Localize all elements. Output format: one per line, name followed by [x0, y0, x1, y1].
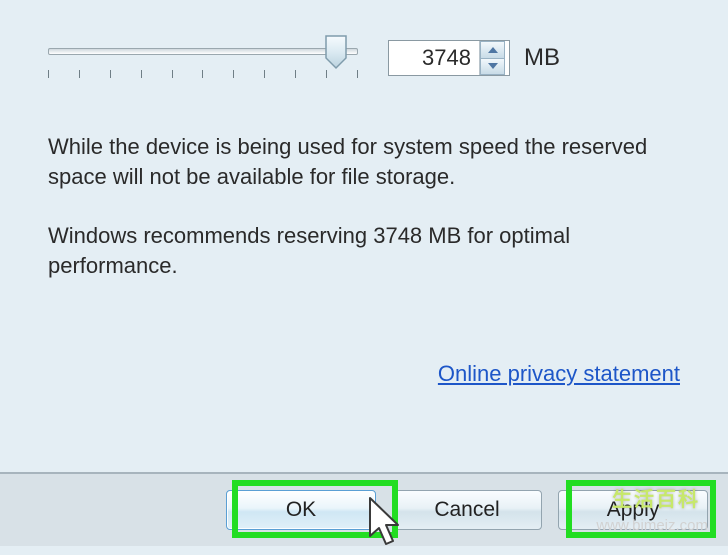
spinner-down-button[interactable] — [480, 58, 505, 76]
info-text-2: Windows recommends reserving 3748 MB for… — [48, 221, 680, 280]
apply-button[interactable]: Apply — [558, 490, 708, 530]
cancel-button[interactable]: Cancel — [392, 490, 542, 530]
reserve-slider[interactable] — [48, 34, 358, 82]
spinner-up-button[interactable] — [480, 41, 505, 58]
dialog-button-bar: OK Cancel Apply — [0, 472, 728, 546]
slider-thumb[interactable] — [324, 34, 348, 70]
unit-label: MB — [524, 44, 560, 72]
link-row: Online privacy statement — [48, 361, 680, 387]
chevron-down-icon — [488, 63, 498, 69]
reserve-spinner-group: MB — [388, 40, 560, 76]
reserve-size-row: MB — [48, 34, 680, 82]
dialog-content: MB While the device is being used for sy… — [0, 0, 728, 387]
slider-track — [48, 48, 358, 55]
slider-ticks — [48, 70, 358, 80]
privacy-statement-link[interactable]: Online privacy statement — [438, 361, 680, 386]
spinner-buttons — [479, 41, 505, 75]
chevron-up-icon — [488, 47, 498, 53]
ok-button[interactable]: OK — [226, 490, 376, 530]
reserve-spinner[interactable] — [388, 40, 510, 76]
info-text-1: While the device is being used for syste… — [48, 132, 680, 191]
reserve-value-input[interactable] — [389, 41, 479, 75]
